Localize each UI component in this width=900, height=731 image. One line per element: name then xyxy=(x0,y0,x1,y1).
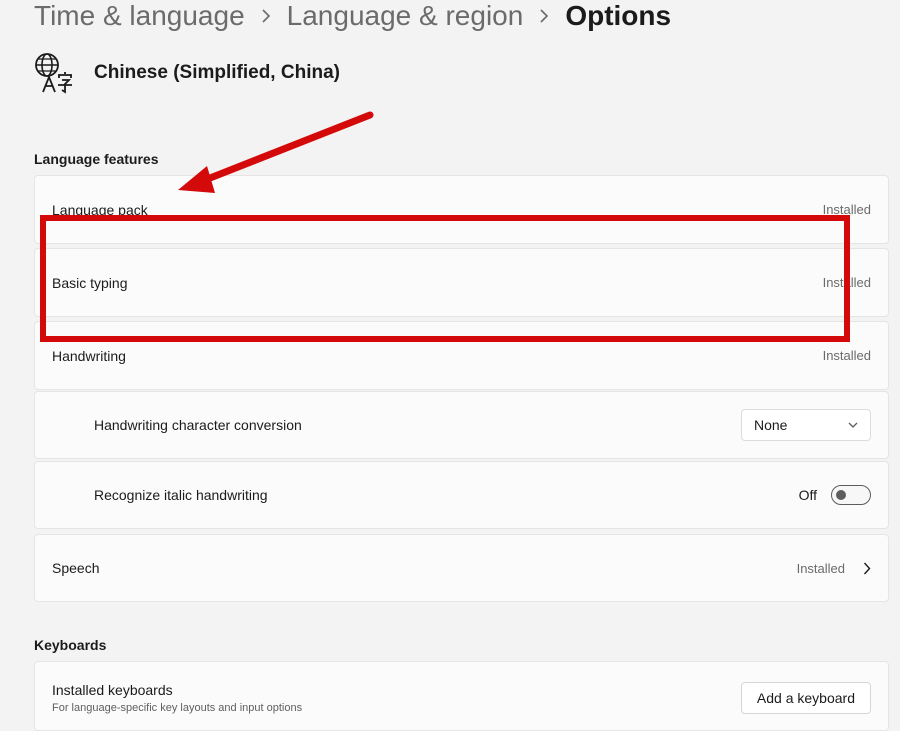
chevron-right-icon xyxy=(261,9,271,23)
italic-handwriting-toggle[interactable] xyxy=(831,485,871,505)
basic-typing-row: Basic typing Installed xyxy=(34,248,889,317)
language-pack-status: Installed xyxy=(822,202,871,217)
installed-keyboards-description: For language-specific key layouts and in… xyxy=(52,702,303,714)
italic-handwriting-label: Recognize italic handwriting xyxy=(94,487,268,503)
breadcrumb: Time & language Language & region Option… xyxy=(34,0,671,38)
language-icon xyxy=(35,53,72,94)
language-name: Chinese (Simplified, China) xyxy=(94,62,340,83)
language-features-title: Language features xyxy=(34,151,159,167)
language-header: Chinese (Simplified, China) xyxy=(34,52,340,94)
installed-keyboards-label: Installed keyboards xyxy=(52,682,173,698)
toggle-state-label: Off xyxy=(798,487,817,503)
installed-keyboards-row: Installed keyboards For language-specifi… xyxy=(34,661,889,731)
chevron-right-icon xyxy=(539,9,549,23)
keyboards-title: Keyboards xyxy=(34,637,107,653)
add-keyboard-button[interactable]: Add a keyboard xyxy=(740,682,871,714)
handwriting-row: Handwriting Installed xyxy=(34,321,889,390)
language-pack-label: Language pack xyxy=(52,201,148,218)
page-title: Options xyxy=(565,0,672,31)
handwriting-status: Installed xyxy=(822,348,871,363)
handwriting-conversion-dropdown[interactable]: None xyxy=(741,409,871,441)
toggle-knob xyxy=(836,490,846,500)
breadcrumb-language-region[interactable]: Language & region xyxy=(287,0,524,32)
basic-typing-status: Installed xyxy=(822,275,871,290)
dropdown-value: None xyxy=(754,417,788,433)
chevron-down-icon xyxy=(848,422,858,428)
speech-row[interactable]: Speech Installed xyxy=(34,534,889,602)
handwriting-label: Handwriting xyxy=(52,347,126,364)
basic-typing-label: Basic typing xyxy=(52,274,128,291)
language-pack-row: Language pack Installed xyxy=(34,175,889,244)
speech-label: Speech xyxy=(52,560,100,576)
handwriting-conversion-label: Handwriting character conversion xyxy=(94,417,302,433)
chevron-right-icon xyxy=(863,562,871,574)
speech-status: Installed xyxy=(796,560,845,576)
italic-handwriting-row: Recognize italic handwriting Off xyxy=(34,461,889,529)
handwriting-conversion-row: Handwriting character conversion None xyxy=(34,391,889,459)
breadcrumb-time-language[interactable]: Time & language xyxy=(34,0,245,32)
